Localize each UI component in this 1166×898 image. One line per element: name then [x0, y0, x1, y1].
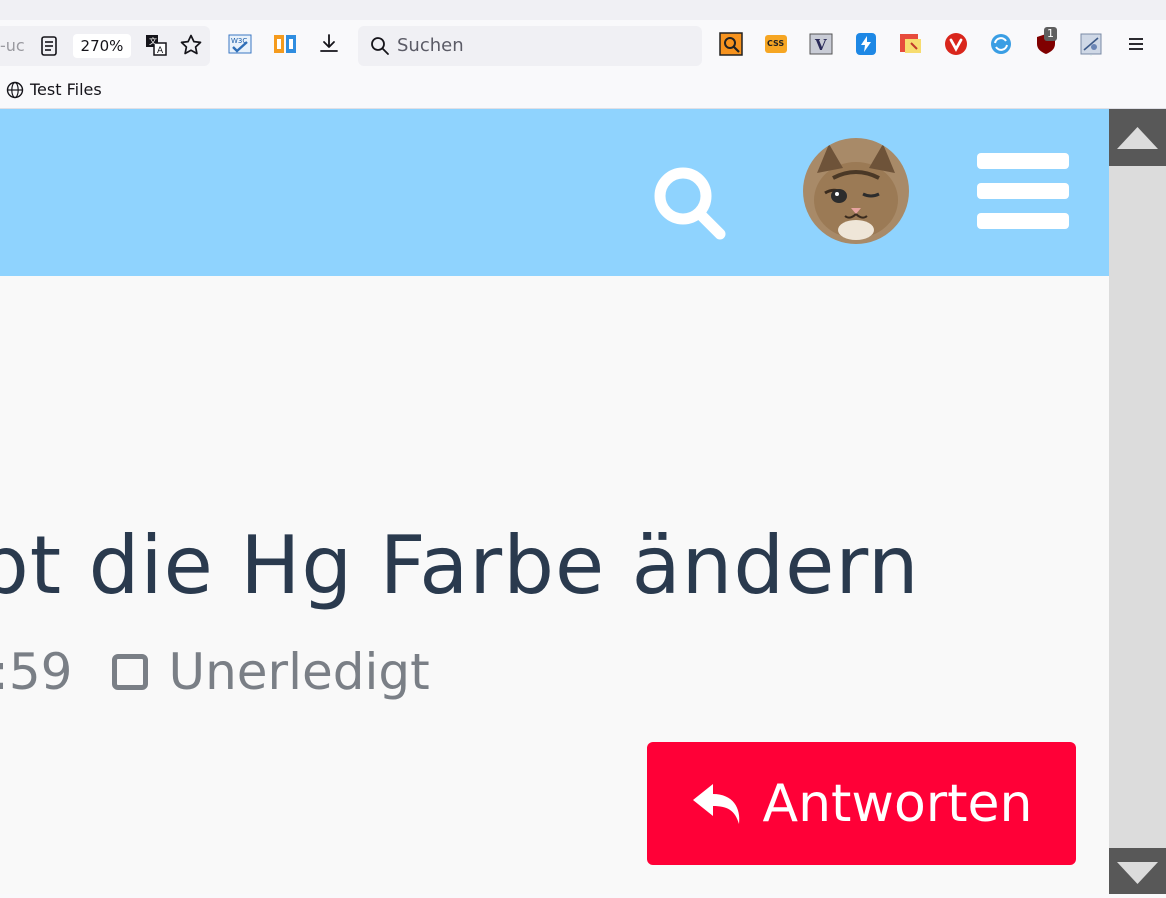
color-picker-extension-icon[interactable]: [899, 32, 923, 56]
image-extension-icon[interactable]: [1079, 32, 1103, 56]
search-icon: [370, 36, 390, 56]
bookmark-test-files[interactable]: Test Files: [6, 80, 102, 99]
browser-top-strip: [0, 0, 1166, 20]
kitten-avatar-image: [803, 138, 909, 244]
w3c-validator-icon[interactable]: W3C: [228, 32, 252, 56]
url-bar[interactable]: -uc 270% 文 A: [0, 26, 210, 66]
svg-text:A: A: [157, 46, 164, 56]
bookmark-label[interactable]: Test Files: [30, 80, 102, 99]
search-bar[interactable]: Suchen: [358, 26, 702, 66]
scroll-down-button[interactable]: [1109, 848, 1166, 894]
triangle-up-icon: [1109, 109, 1166, 166]
v-extension-icon[interactable]: V: [809, 32, 833, 56]
ublock-badge: 1: [1044, 27, 1057, 41]
page-scrollbar[interactable]: [1109, 109, 1166, 894]
bookmarks-bar: Test Files: [0, 72, 1166, 109]
svg-text:CSS: CSS: [767, 39, 784, 48]
status-label: Unerledigt: [168, 643, 429, 701]
download-icon[interactable]: [317, 32, 341, 56]
sync-extension-icon[interactable]: [989, 32, 1013, 56]
svg-text:V: V: [814, 36, 827, 54]
reply-button-label[interactable]: Antworten: [763, 774, 1033, 834]
web-page: pt die Hg Farbe ändern :59 Unerledigt An…: [0, 109, 1109, 894]
page-title: pt die Hg Farbe ändern: [0, 519, 920, 612]
zoom-level-button[interactable]: 270%: [73, 34, 131, 58]
browser-toolbar: -uc 270% 文 A W3C: [0, 20, 1166, 72]
status-checkbox-icon: [112, 654, 148, 690]
bookmark-star-icon[interactable]: [179, 33, 203, 57]
reader-view-icon[interactable]: [40, 36, 58, 56]
lightning-extension-icon[interactable]: [854, 32, 878, 56]
search-icon[interactable]: [650, 165, 730, 245]
hamburger-menu-icon[interactable]: [977, 153, 1069, 243]
user-avatar[interactable]: [803, 138, 909, 244]
menu-icon[interactable]: [1124, 32, 1148, 56]
vivaldi-extension-icon[interactable]: [944, 32, 968, 56]
magnifier-extension-icon[interactable]: [719, 32, 743, 56]
site-header: [0, 109, 1109, 276]
svg-text:文: 文: [149, 36, 157, 46]
globe-icon: [6, 81, 24, 99]
css-extension-icon[interactable]: CSS: [764, 32, 788, 56]
ublock-extension-icon[interactable]: 1: [1034, 30, 1064, 58]
topic-meta: :59 Unerledigt: [0, 643, 430, 701]
url-text[interactable]: -uc: [0, 36, 25, 55]
compare-icon[interactable]: [273, 32, 297, 56]
reply-button[interactable]: Antworten: [647, 742, 1076, 865]
reply-arrow-icon: [691, 780, 747, 828]
triangle-down-icon: [1109, 848, 1166, 894]
search-input-placeholder[interactable]: Suchen: [397, 35, 464, 56]
translate-icon[interactable]: 文 A: [145, 34, 167, 56]
scroll-up-button[interactable]: [1109, 109, 1166, 166]
timestamp: :59: [0, 643, 72, 701]
